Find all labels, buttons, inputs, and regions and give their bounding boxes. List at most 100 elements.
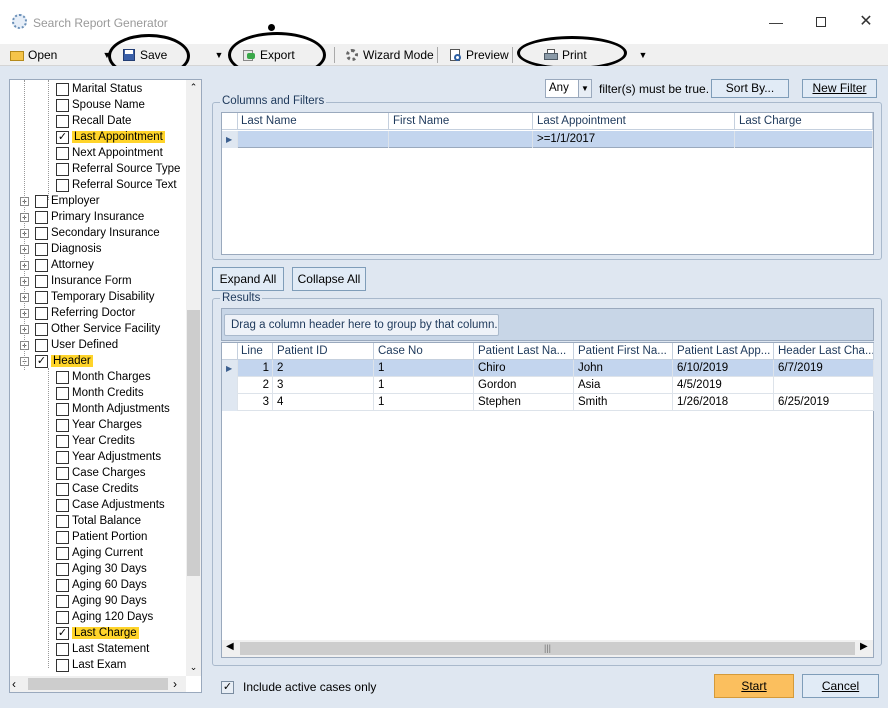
tree-item[interactable]: Marital Status [56, 81, 142, 97]
table-row[interactable]: ▶ 1 2 1 Chiro John 6/10/2019 6/7/2019 [222, 360, 874, 377]
new-filter-button[interactable]: New Filter [802, 79, 877, 98]
checkbox-icon[interactable] [56, 82, 69, 96]
table-cell[interactable]: Smith [574, 394, 673, 411]
checkbox-icon[interactable] [35, 290, 48, 304]
column-header[interactable]: Patient ID [273, 343, 374, 360]
table-cell[interactable]: 1/26/2018 [673, 394, 774, 411]
tree-item[interactable]: Last Statement [56, 641, 149, 657]
tree-item[interactable]: Aging 60 Days [56, 577, 147, 593]
tree-item[interactable]: + Primary Insurance [20, 209, 144, 225]
cancel-button[interactable]: Cancel [802, 674, 879, 698]
table-cell[interactable]: 1 [374, 377, 474, 394]
checkbox-icon[interactable] [35, 306, 48, 320]
tree-item[interactable]: Referral Source Type [56, 161, 180, 177]
tree-item[interactable]: Year Charges [56, 417, 142, 433]
checkbox-checked-icon[interactable]: ✓ [35, 354, 48, 368]
open-button[interactable]: Open [10, 44, 57, 66]
checkbox-icon[interactable] [56, 114, 69, 128]
filter-cell[interactable] [389, 131, 533, 148]
scroll-thumb[interactable]: ||| [240, 642, 855, 655]
checkbox-icon[interactable] [56, 178, 69, 192]
checkbox-icon[interactable] [56, 530, 69, 544]
scroll-down-icon[interactable]: ⌄ [186, 660, 201, 674]
tree-item[interactable]: + Secondary Insurance [20, 225, 160, 241]
column-header[interactable]: Case No [374, 343, 474, 360]
checkbox-icon[interactable] [35, 258, 48, 272]
tree-item[interactable]: Referral Source Text [56, 177, 177, 193]
table-cell[interactable]: 3 [237, 394, 273, 411]
tree-item[interactable]: Year Credits [56, 433, 135, 449]
tree-item[interactable]: + Diagnosis [20, 241, 102, 257]
table-cell[interactable] [774, 377, 874, 394]
checkbox-icon[interactable] [56, 482, 69, 496]
column-header[interactable]: Patient Last App... [673, 343, 774, 360]
checkbox-icon[interactable] [35, 226, 48, 240]
table-cell[interactable]: Gordon [474, 377, 574, 394]
column-header[interactable]: Patient First Na... [574, 343, 673, 360]
tree-item[interactable]: Year Adjustments [56, 449, 161, 465]
tree-item[interactable]: Aging 30 Days [56, 561, 147, 577]
checkbox-icon[interactable] [56, 498, 69, 512]
filter-cell[interactable]: >=1/1/2017 [533, 131, 735, 148]
column-header[interactable]: Last Charge [735, 113, 873, 130]
column-header[interactable]: Line [237, 343, 273, 360]
tree-item[interactable]: ✓ Last Appointment [56, 129, 165, 145]
checkbox-icon[interactable] [56, 546, 69, 560]
tree-item[interactable]: Aging 90 Days [56, 593, 147, 609]
tree-item[interactable]: Aging 120 Days [56, 609, 153, 625]
checkbox-icon[interactable] [56, 402, 69, 416]
filter-row[interactable]: ▶ >=1/1/2017 [222, 131, 873, 148]
tree-item[interactable]: Case Adjustments [56, 497, 165, 513]
table-cell[interactable]: Chiro [474, 360, 574, 377]
expand-all-button[interactable]: Expand All [212, 267, 284, 291]
tree-item[interactable]: Month Credits [56, 385, 144, 401]
checkbox-checked-icon[interactable]: ✓ [56, 626, 69, 640]
checkbox-icon[interactable] [35, 274, 48, 288]
scroll-up-icon[interactable]: ⌃ [186, 80, 201, 94]
column-header[interactable]: Header Last Cha... [774, 343, 874, 360]
scroll-right-icon[interactable]: › [173, 676, 177, 692]
scroll-thumb[interactable] [28, 678, 168, 690]
table-cell[interactable]: Stephen [474, 394, 574, 411]
start-button[interactable]: Start [714, 674, 794, 698]
checkbox-icon[interactable] [35, 338, 48, 352]
tree-item[interactable]: − ✓ Header [20, 353, 93, 369]
checkbox-icon[interactable] [56, 98, 69, 112]
table-cell[interactable]: 6/7/2019 [774, 360, 874, 377]
checkbox-checked-icon[interactable]: ✓ [221, 680, 234, 694]
print-dropdown-icon[interactable]: ▼ [636, 44, 650, 66]
tree-item[interactable]: + Attorney [20, 257, 94, 273]
filter-cell[interactable] [735, 131, 873, 148]
table-row[interactable]: 2 3 1 Gordon Asia 4/5/2019 [222, 377, 874, 394]
tree-vertical-scrollbar[interactable]: ⌃ ⌄ [186, 80, 201, 676]
tree-item[interactable]: Recall Date [56, 113, 131, 129]
checkbox-icon[interactable] [56, 610, 69, 624]
tree-item[interactable]: + Employer [20, 193, 100, 209]
checkbox-icon[interactable] [56, 370, 69, 384]
table-cell[interactable]: 1 [374, 360, 474, 377]
table-cell[interactable]: 1 [374, 394, 474, 411]
checkbox-icon[interactable] [56, 466, 69, 480]
table-cell[interactable]: 2 [273, 360, 374, 377]
checkbox-icon[interactable] [35, 322, 48, 336]
save-dropdown-icon[interactable]: ▼ [212, 44, 226, 66]
tree-item[interactable]: Spouse Name [56, 97, 145, 113]
checkbox-checked-icon[interactable]: ✓ [56, 130, 69, 144]
results-horizontal-scrollbar[interactable]: ◀ ||| ▶ [222, 640, 873, 657]
checkbox-icon[interactable] [56, 450, 69, 464]
table-cell[interactable]: 3 [273, 377, 374, 394]
preview-button[interactable]: Preview [448, 44, 509, 66]
collapse-all-button[interactable]: Collapse All [292, 267, 366, 291]
tree-horizontal-scrollbar[interactable]: ‹ › [10, 676, 186, 692]
minimize-icon[interactable]: — [766, 12, 786, 32]
table-cell[interactable]: 6/10/2019 [673, 360, 774, 377]
checkbox-icon[interactable] [56, 162, 69, 176]
tree-item[interactable]: + Temporary Disability [20, 289, 155, 305]
tree-item[interactable]: Total Balance [56, 513, 141, 529]
checkbox-icon[interactable] [35, 194, 48, 208]
tree-item[interactable]: + Insurance Form [20, 273, 132, 289]
tree-item[interactable]: + Other Service Facility [20, 321, 160, 337]
tree-item[interactable]: Month Adjustments [56, 401, 170, 417]
tree-item[interactable]: Last Exam [56, 657, 126, 673]
scroll-right-icon[interactable]: ▶ [860, 641, 868, 652]
